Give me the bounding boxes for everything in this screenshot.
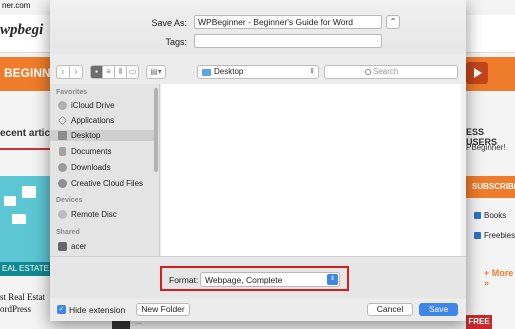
article-title-line: st Real Estat: [0, 292, 45, 302]
sidebar-section-devices: Devices: [56, 197, 83, 204]
sidebar-item-downloads[interactable]: Downloads: [50, 162, 154, 173]
format-highlight-box: Format: Webpage, Complete ⇕: [160, 266, 349, 291]
books-checkbox-label: Books: [484, 211, 507, 220]
folder-icon: [202, 69, 211, 76]
pane-divider: [461, 84, 466, 256]
play-icon: [466, 62, 488, 84]
sidebar-item-label: Downloads: [71, 163, 111, 172]
sidebar-item-label: Desktop: [71, 131, 101, 140]
sidebar-item-remote-disc[interactable]: Remote Disc: [50, 209, 154, 220]
arrange-icon: ▤▾: [150, 67, 162, 76]
computer-icon: [58, 242, 67, 251]
dialog-footer: ✓ Hide extension New Folder Cancel Save: [50, 298, 466, 321]
search-placeholder: Search: [373, 67, 399, 76]
tags-field[interactable]: [194, 34, 382, 48]
sidebar-item-label: Remote Disc: [71, 210, 117, 219]
disc-icon: [58, 210, 67, 219]
updown-arrow-icon: ⇕: [327, 274, 338, 285]
sidebar-item-creative-cloud-files[interactable]: Creative Cloud Files: [50, 178, 154, 189]
sidebar-item-label: iCloud Drive: [71, 101, 115, 110]
subscribe-button: SUBSCRIBE: [466, 176, 515, 198]
chevron-right-icon: ›: [74, 67, 78, 76]
download-icon: [58, 163, 67, 172]
cloud-icon: [58, 101, 67, 110]
sidebar-subheading: PBeginner!: [466, 143, 506, 152]
more-link: + More »: [484, 268, 514, 288]
sidebar-item-label: Creative Cloud Files: [71, 179, 144, 188]
hide-extension-label: Hide extension: [69, 305, 126, 315]
location-select[interactable]: Desktop ⇕: [197, 65, 319, 79]
dialog-toolbar: ‹ › ▪ ≡ ⦀ ▭ ▤▾ Desktop ⇕ Search: [50, 60, 466, 84]
back-button[interactable]: ‹: [56, 65, 70, 79]
desktop-icon: [58, 131, 67, 140]
expand-dialog-button[interactable]: ⌃: [386, 15, 400, 29]
save-as-field[interactable]: WPBeginner - Beginner's Guide for Word: [194, 15, 382, 29]
sidebar-item-label: Documents: [71, 147, 112, 156]
format-bar: Format: Webpage, Complete ⇕: [50, 256, 466, 298]
thumbnail-house-icon: [12, 214, 26, 224]
applications-icon: [58, 116, 67, 125]
column-view-icon: ⦀: [118, 67, 123, 76]
sidebar-scrollbar[interactable]: [154, 88, 158, 172]
location-value: Desktop: [214, 67, 244, 76]
format-select[interactable]: Webpage, Complete ⇕: [200, 272, 340, 287]
dialog-header: Save As: WPBeginner - Beginner's Guide f…: [50, 0, 466, 54]
file-browser-area[interactable]: [161, 84, 461, 256]
search-icon: [365, 69, 371, 75]
save-button[interactable]: Save: [419, 303, 458, 316]
browser-url-fragment: ner.com: [2, 1, 31, 10]
cover-flow-icon: ▭: [128, 67, 137, 76]
sidebar-item-documents[interactable]: Documents: [50, 146, 154, 157]
arrange-button[interactable]: ▤▾: [146, 65, 166, 79]
article-title-line: ordPress: [0, 304, 31, 314]
sidebar-section-shared: Shared: [56, 229, 80, 236]
sidebar-item-label: acer: [71, 242, 87, 251]
sidebar-item-icloud-drive[interactable]: iCloud Drive: [50, 100, 154, 111]
list-view-icon: ≡: [106, 67, 111, 76]
thumbnail-house-icon: [4, 196, 16, 206]
new-folder-button[interactable]: New Folder: [136, 303, 190, 316]
chevron-left-icon: ‹: [61, 67, 65, 76]
books-checkbox: [474, 212, 481, 219]
hide-extension-checkbox[interactable]: ✓: [57, 305, 66, 314]
freebies-checkbox-label: Freebies: [484, 231, 515, 240]
grid-view-icon: ▪: [95, 67, 98, 76]
cancel-button[interactable]: Cancel: [367, 303, 413, 316]
search-input[interactable]: Search: [324, 65, 458, 79]
chevron-up-icon: ⌃: [389, 17, 397, 26]
document-icon: [59, 147, 66, 156]
sidebar-section-favorites: Favorites: [56, 89, 88, 96]
sidebar-item-acer[interactable]: acer: [50, 241, 154, 252]
thumbnail-house-icon: [22, 186, 36, 198]
save-dialog: Save As: WPBeginner - Beginner's Guide f…: [50, 0, 466, 321]
checkmark-icon: ✓: [58, 306, 65, 313]
sidebar-item-desktop[interactable]: Desktop: [50, 130, 154, 141]
free-badge: FREE: [466, 315, 492, 329]
updown-arrow-icon: ⇕: [309, 68, 315, 75]
thumbnail-caption: EAL ESTATE: [0, 262, 50, 276]
format-label: Format:: [169, 275, 199, 285]
sidebar-item-label: Applications: [71, 116, 115, 125]
tags-label: Tags:: [165, 37, 187, 47]
save-as-label: Save As:: [151, 18, 187, 28]
forward-button[interactable]: ›: [69, 65, 83, 79]
cover-flow-button[interactable]: ▭: [126, 65, 139, 79]
sidebar-item-applications[interactable]: Applications: [50, 115, 154, 126]
dialog-sidebar: Favorites iCloud Drive Applications Desk…: [50, 84, 160, 256]
site-logo: wpbegi: [0, 22, 44, 38]
section-underline: [0, 148, 50, 150]
format-value: Webpage, Complete: [205, 275, 283, 285]
freebies-checkbox: [474, 232, 481, 239]
creative-cloud-icon: [58, 179, 67, 188]
